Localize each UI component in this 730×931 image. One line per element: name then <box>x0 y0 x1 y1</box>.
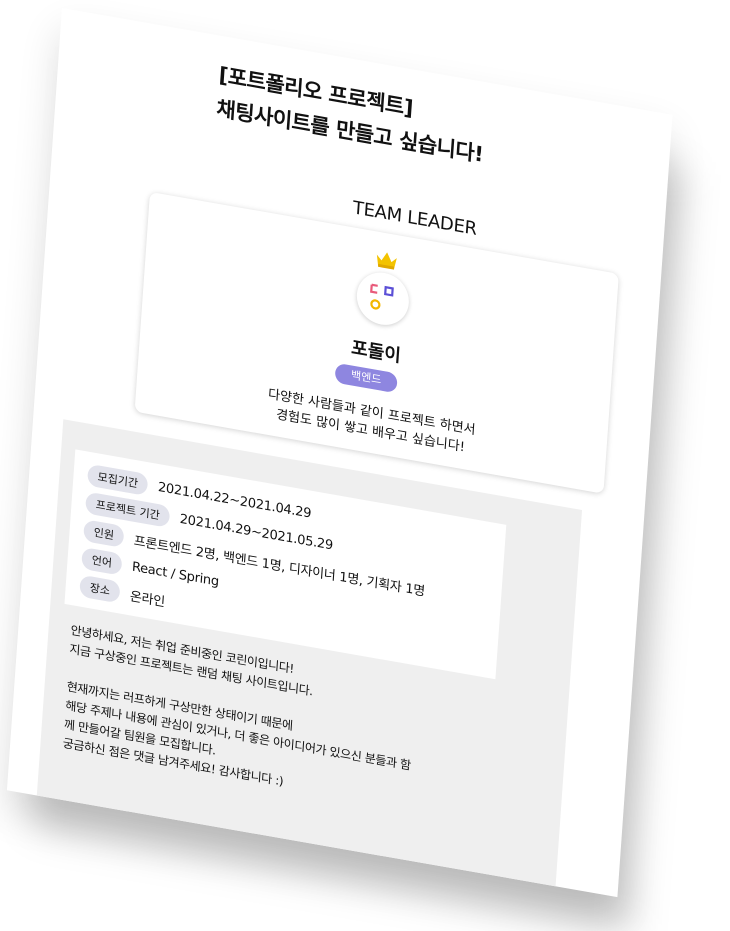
role-badge: 백엔드 <box>334 362 398 394</box>
info-label: 장소 <box>79 574 121 604</box>
post-title: [포트폴리오 프로젝트] 채팅사이트를 만들고 싶습니다! <box>215 58 599 192</box>
stage: [포트폴리오 프로젝트] 채팅사이트를 만들고 싶습니다! TEAM LEADE… <box>0 0 730 931</box>
avatar-face-icon <box>370 283 394 310</box>
crown-icon <box>376 252 397 270</box>
info-label: 언어 <box>81 546 123 576</box>
avatar[interactable] <box>355 252 411 330</box>
info-value: React / Spring <box>131 559 220 590</box>
info-label: 모집기간 <box>86 463 149 497</box>
info-value: 온라인 <box>129 588 166 610</box>
info-label: 인원 <box>83 519 125 548</box>
project-post-card: [포트폴리오 프로젝트] 채팅사이트를 만들고 싶습니다! TEAM LEADE… <box>6 8 673 898</box>
